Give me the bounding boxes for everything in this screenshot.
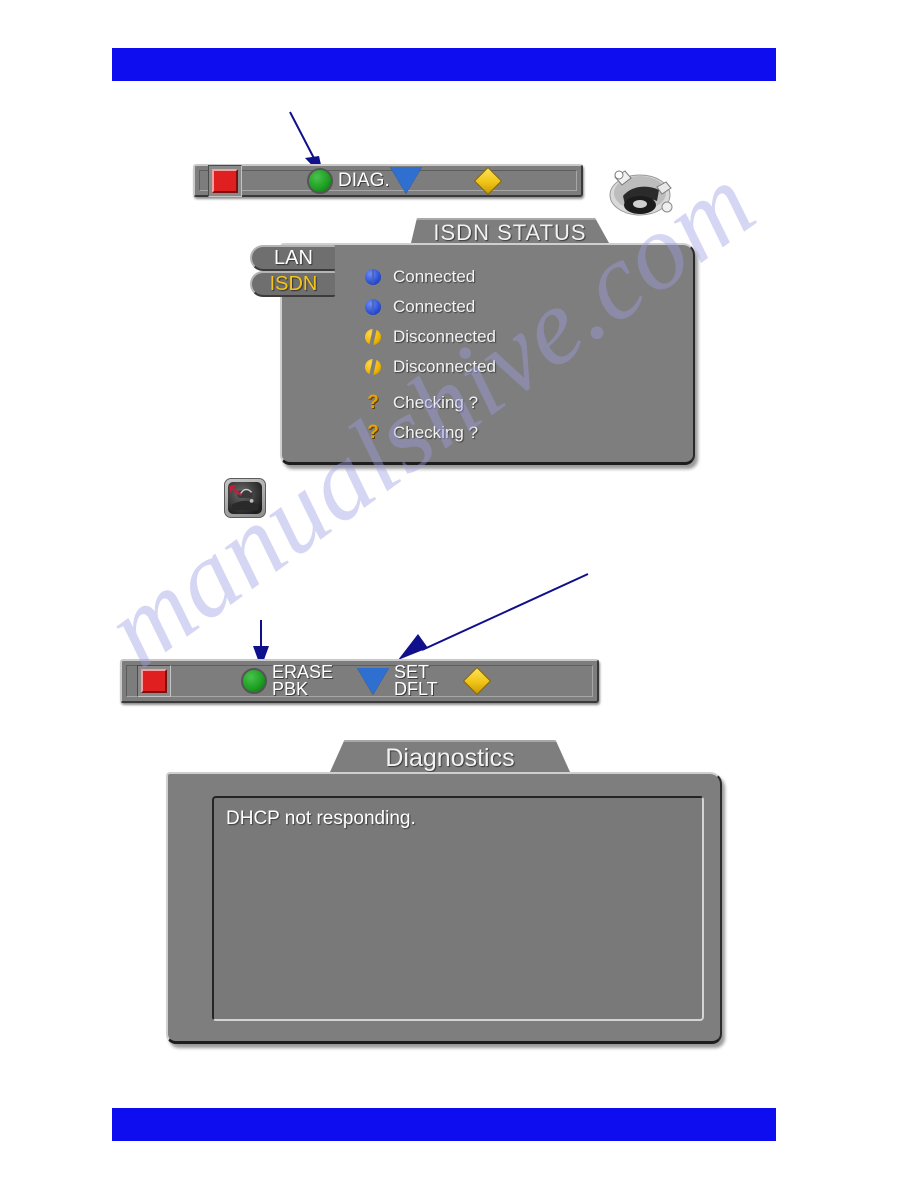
status-row: ? Checking ? <box>365 388 665 418</box>
phone-diagnostics-icon-glyph <box>228 482 262 514</box>
status-row-label: Disconnected <box>393 357 497 376</box>
softkey-green-diag-label: DIAG. <box>338 169 390 191</box>
softkey-yellow-diamond[interactable] <box>462 666 492 696</box>
yellow-diamond-icon <box>462 666 492 696</box>
status-row: ? Checking ? <box>365 418 665 448</box>
panel-tab-isdn-label: ISDN <box>269 272 318 295</box>
callout-arrow-set-dflt <box>398 573 589 660</box>
green-circle-icon <box>307 167 333 194</box>
status-row: Connected <box>365 292 665 322</box>
softkey-red-square[interactable] <box>208 164 242 197</box>
status-row-label: Disconnected <box>393 327 497 346</box>
softkey-toolbar-diag[interactable]: DIAG. <box>193 164 583 197</box>
status-row-label: Connected <box>393 297 476 316</box>
diagnostics-panel-body: DHCP not responding. <box>166 772 722 1044</box>
red-square-frame <box>208 164 242 197</box>
status-row: Connected <box>365 262 665 292</box>
softkey-green-erase-pbk-label: ERASE PBK <box>272 662 334 699</box>
softkey-yellow-diamond[interactable] <box>473 166 503 195</box>
isdn-status-list: Connected Connected Disconnected Disconn… <box>365 262 665 448</box>
softkey-red-square[interactable] <box>137 665 171 697</box>
page-header-bar <box>112 48 776 81</box>
page-footer-bar <box>112 1108 776 1141</box>
red-square-frame <box>137 665 171 697</box>
checking-icon: ? <box>367 422 379 443</box>
softkey-blue-set-dflt-label: SET DFLT <box>394 662 438 699</box>
softkey-blue-set-dflt[interactable]: SET DFLT <box>357 662 438 699</box>
softkey-toolbar-erase[interactable]: ERASE PBK SET DFLT <box>120 659 599 703</box>
softkey-toolbar-erase-inner: ERASE PBK SET DFLT <box>126 662 593 699</box>
diagnostics-message-area: DHCP not responding. <box>212 796 704 1021</box>
panel-tab-lan-label: LAN <box>274 246 313 269</box>
disconnected-icon <box>365 359 381 375</box>
status-row-label: Connected <box>393 267 476 286</box>
checking-icon: ? <box>367 392 379 413</box>
softkey-green-diag[interactable]: DIAG. <box>307 167 390 194</box>
diagnostics-panel-title: Diagnostics <box>330 740 570 772</box>
connected-icon <box>365 299 381 315</box>
softkey-green-erase-pbk[interactable]: ERASE PBK <box>241 662 334 699</box>
panel-tab-isdn[interactable]: ISDN <box>250 271 335 297</box>
tools-icon[interactable] <box>607 163 673 220</box>
status-row: Disconnected <box>365 352 665 382</box>
status-row-label: Checking ? <box>393 423 479 442</box>
blue-triangle-icon <box>357 667 389 695</box>
tools-icon-glyph <box>609 170 673 216</box>
softkey-blue-triangle[interactable] <box>390 167 422 194</box>
green-circle-icon <box>241 668 267 694</box>
red-square-icon <box>141 669 167 693</box>
isdn-status-panel-title: ISDN STATUS <box>411 218 609 243</box>
phone-diagnostics-icon[interactable] <box>224 478 266 518</box>
status-row-label: Checking ? <box>393 393 479 412</box>
panel-tab-lan[interactable]: LAN <box>250 245 335 271</box>
red-square-icon <box>212 168 238 193</box>
status-row: Disconnected <box>365 322 665 352</box>
yellow-diamond-icon <box>473 166 503 195</box>
diagnostics-message-text: DHCP not responding. <box>226 808 416 829</box>
disconnected-icon <box>365 329 381 345</box>
connected-icon <box>365 269 381 285</box>
blue-triangle-icon <box>390 167 422 194</box>
softkey-toolbar-diag-inner: DIAG. <box>199 164 577 197</box>
